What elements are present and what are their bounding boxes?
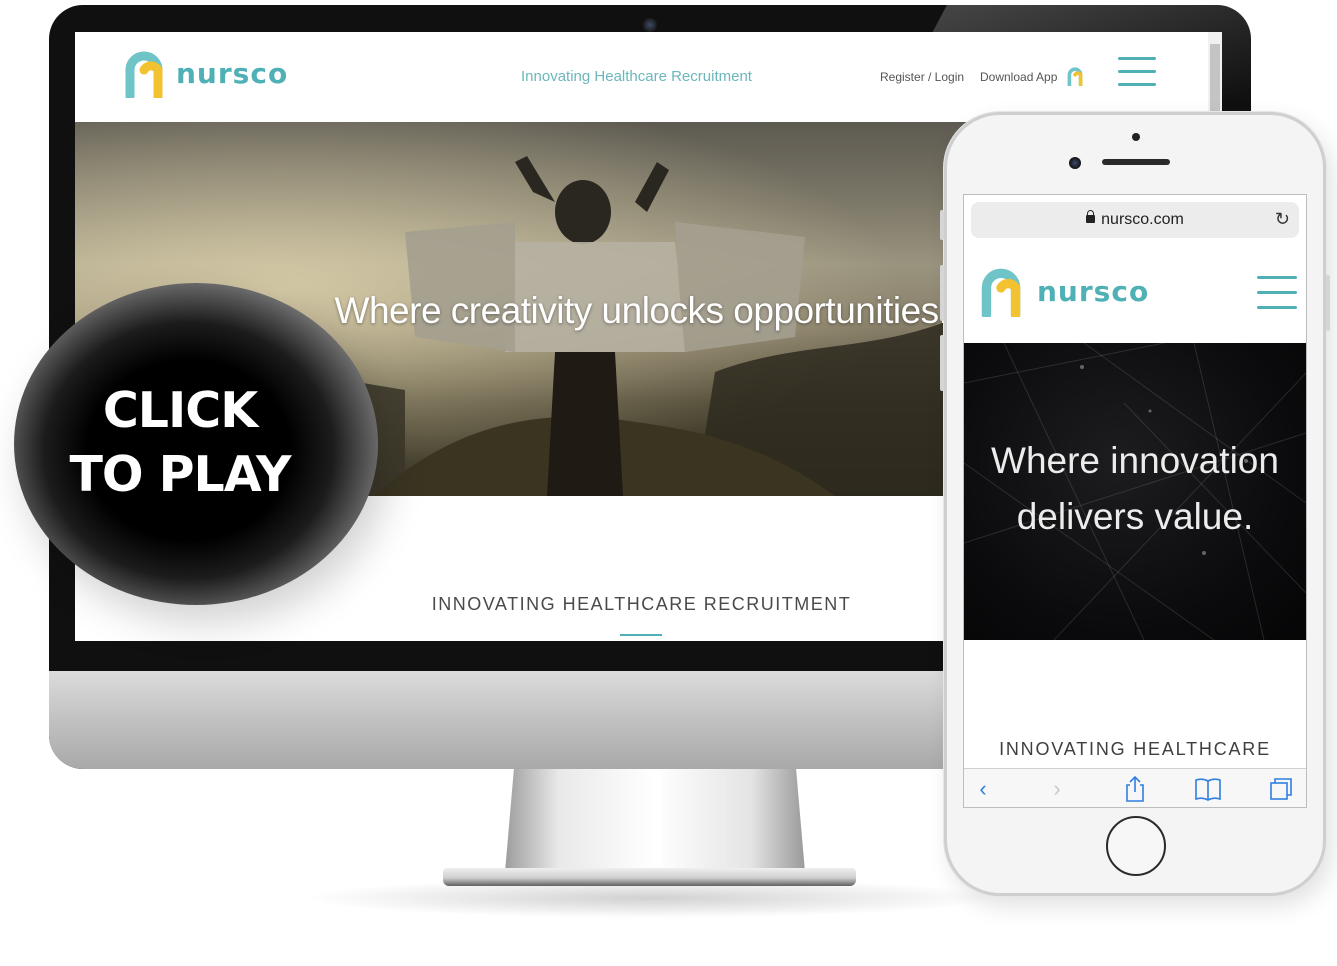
phone-screen: nursco.com ↻ nursco Where innovation del… <box>963 194 1307 808</box>
site-header: nursco Innovating Healthcare Recruitment… <box>75 32 1208 122</box>
mute-switch <box>940 210 944 240</box>
url-text: nursco.com <box>1101 211 1184 228</box>
front-camera-icon <box>1069 157 1081 169</box>
download-app-link[interactable]: Download App <box>980 70 1057 84</box>
tabs-icon[interactable] <box>1266 775 1296 803</box>
url-display: nursco.com <box>971 210 1299 229</box>
header-tagline: Innovating Healthcare Recruitment <box>521 68 752 85</box>
nursco-logo-icon <box>981 268 1021 317</box>
click-to-play-button[interactable]: CLICK TO PLAY <box>14 283 378 605</box>
bookmarks-icon[interactable] <box>1193 775 1223 803</box>
mobile-hero[interactable]: Where innovation delivers value. <box>964 343 1306 640</box>
mobile-hero-line-1: Where innovation <box>991 440 1279 481</box>
monitor-stand-base <box>443 868 856 886</box>
mobile-hero-headline: Where innovation delivers value. <box>964 433 1306 545</box>
click-to-play-line-1: CLICK <box>102 382 258 439</box>
section-divider <box>620 634 662 636</box>
volume-up-button <box>940 265 944 321</box>
click-to-play-line-2: TO PLAY <box>69 446 292 503</box>
reload-icon[interactable]: ↻ <box>1275 209 1290 230</box>
nursco-logo-icon <box>125 51 163 98</box>
webcam-icon <box>643 18 657 32</box>
mobile-phone: nursco.com ↻ nursco Where innovation del… <box>940 112 1330 896</box>
power-button <box>1326 275 1330 331</box>
logo-text: nursco <box>176 56 289 90</box>
mobile-site-header: nursco <box>964 247 1306 343</box>
app-logo-icon[interactable] <box>1066 66 1084 86</box>
earpiece-speaker <box>1102 159 1170 165</box>
share-icon[interactable] <box>1120 775 1150 803</box>
menu-hamburger-icon[interactable] <box>1118 57 1156 89</box>
register-login-link[interactable]: Register / Login <box>880 70 964 84</box>
site-logo[interactable]: nursco <box>124 48 288 98</box>
forward-icon[interactable]: › <box>1042 775 1072 803</box>
mobile-section-title: INNOVATING HEALTHCARE <box>999 739 1271 759</box>
mobile-logo-text: nursco <box>1037 274 1150 308</box>
address-bar[interactable]: nursco.com ↻ <box>971 202 1299 238</box>
lock-icon <box>1086 210 1096 223</box>
hero-headline-text: Where creativity unlocks opportunities. <box>334 290 949 331</box>
mobile-menu-hamburger-icon[interactable] <box>1257 276 1297 312</box>
volume-down-button <box>940 335 944 391</box>
back-icon[interactable]: ‹ <box>968 775 998 803</box>
proximity-sensor <box>1132 133 1140 141</box>
safari-toolbar: ‹ › <box>964 768 1306 807</box>
monitor-stand-neck <box>505 768 805 872</box>
mobile-site-logo[interactable]: nursco <box>979 265 1149 317</box>
home-button[interactable] <box>1106 816 1166 876</box>
mobile-hero-line-2: delivers value. <box>1016 496 1254 537</box>
